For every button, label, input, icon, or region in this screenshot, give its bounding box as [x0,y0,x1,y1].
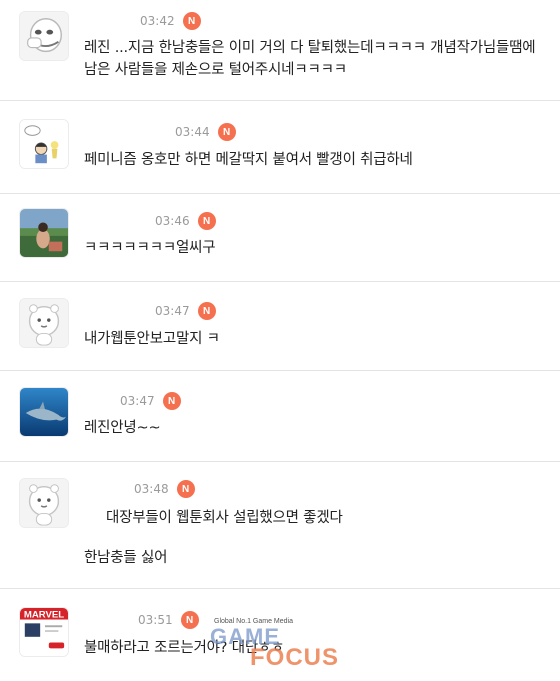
new-badge: N [197,302,216,320]
comment-text: 레진안녕~~ [84,420,161,436]
new-badge: N [176,480,195,498]
comment-text: 페미니즘 옹호만 하면 메갈딱지 붙여서 빨갱이 취급하네 [84,152,413,168]
game-focus-watermark: Global No.1 Game Media GAME FOCUS [210,618,360,674]
comment-item: 03:48 N 대장부들이 웹툰회사 설립했으면 좋겠다 한남충들 싫어 [0,462,560,589]
comment-text: ㅋㅋㅋㅋㅋㅋㅋ얼씨구 [84,240,216,256]
default-face-avatar[interactable] [19,298,69,348]
default-face-avatar[interactable] [19,478,69,528]
comment-item: 03:42 N 레진 ...지금 한남충들은 이미 거의 다 탈퇴했는데ㅋㅋㅋㅋ… [0,0,560,101]
marvel-logo-text: MARVEL [24,610,64,621]
comment-time: 03:44 [175,125,210,139]
comment-item: 03:47 N 내가웹툰안보고말지 ㅋ [0,282,560,371]
comment-time: 03:42 [140,14,175,28]
dolphin-photo-avatar[interactable] [19,387,69,437]
comment-time: 03:46 [155,214,190,228]
new-badge: N [162,392,181,410]
new-badge: N [180,611,199,629]
comment-time: 03:51 [138,613,173,627]
cartoon-avatar[interactable] [19,119,69,169]
comment-item: 03:44 N 페미니즘 옹호만 하면 메갈딱지 붙여서 빨갱이 취급하네 [0,101,560,194]
photo-avatar[interactable] [19,208,69,258]
comment-text: 레진 ...지금 한남충들은 이미 거의 다 탈퇴했는데ㅋㅋㅋㅋ 개념작가님들땜… [84,40,536,78]
comment-text: 내가웹툰안보고말지 ㅋ [84,331,220,347]
watermark-focus: FOCUS [250,644,339,671]
comment-item: 03:47 N 레진안녕~~ [0,371,560,462]
comment-text: 대장부들이 웹툰회사 설립했으면 좋겠다 한남충들 싫어 [84,510,343,566]
comment-time: 03:48 [134,482,169,496]
marvel-avatar[interactable]: MARVEL [19,607,69,657]
comment-time: 03:47 [120,394,155,408]
new-badge: N [217,123,236,141]
new-badge: N [197,212,216,230]
new-badge: N [182,12,201,30]
comment-item: 03:46 N ㅋㅋㅋㅋㅋㅋㅋ얼씨구 [0,194,560,282]
default-face-avatar[interactable] [19,11,69,61]
comment-time: 03:47 [155,304,190,318]
